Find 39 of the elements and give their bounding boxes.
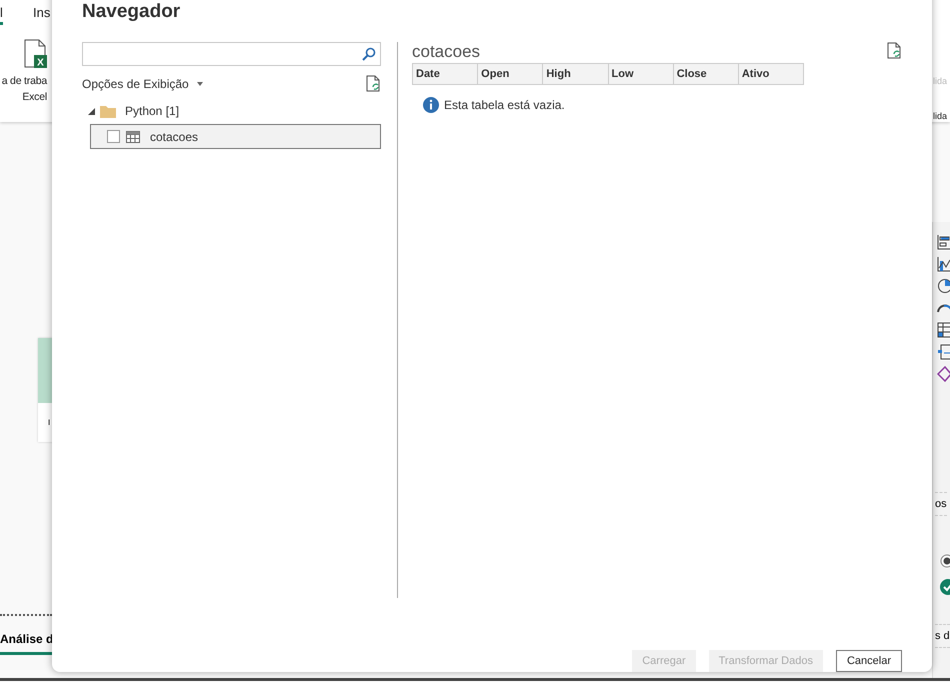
folder-icon [100,104,116,118]
ribbon-button-label: a de traba [2,74,47,89]
info-icon [423,97,439,113]
checkbox[interactable] [107,130,120,143]
display-options-dropdown[interactable]: Opções de Exibição [82,76,203,90]
tree-item[interactable]: Python [1] [125,104,180,118]
caret-icon[interactable] [196,82,203,86]
ribbon-button-label: Excel [22,90,47,105]
table-icon [126,130,140,142]
card-icon[interactable] [937,344,950,360]
pane-section-label: s d [935,624,950,648]
ribbon-label: lida [933,76,948,86]
column-header: Date [415,67,441,82]
refresh-document-icon[interactable] [366,75,381,92]
refresh-document-icon[interactable] [887,42,902,59]
dialog-title: Navegador [81,0,182,23]
dialog-button[interactable]: Cancelar [836,650,902,672]
ribbon-tab[interactable]: l [0,5,3,25]
ribbon-tab[interactable]: Ins [33,5,50,22]
table-icon[interactable] [937,322,950,338]
preview-title: cotacoes [412,42,480,62]
diamond-icon[interactable] [937,366,950,382]
bar-chart-icon[interactable] [937,234,950,250]
pie-chart-icon[interactable] [937,278,950,294]
line-column-chart-icon[interactable] [937,256,950,272]
search-field[interactable] [82,42,381,66]
column-header: Open [477,64,542,84]
column-header: High [542,64,608,84]
tree-item[interactable]: cotacoes [90,124,381,149]
ribbon-label: lida [933,111,948,121]
empty-table-message: Esta tabela está vazia. [444,98,565,112]
search-icon[interactable] [362,47,376,61]
column-header: Close [672,64,738,84]
column-header: Ativo [738,64,804,84]
card-label: I [48,418,50,427]
expand-caret-icon[interactable] [88,108,95,114]
column-header: Low [608,64,673,84]
pane-section-label: os [935,492,947,516]
radio-icon[interactable] [939,554,950,568]
